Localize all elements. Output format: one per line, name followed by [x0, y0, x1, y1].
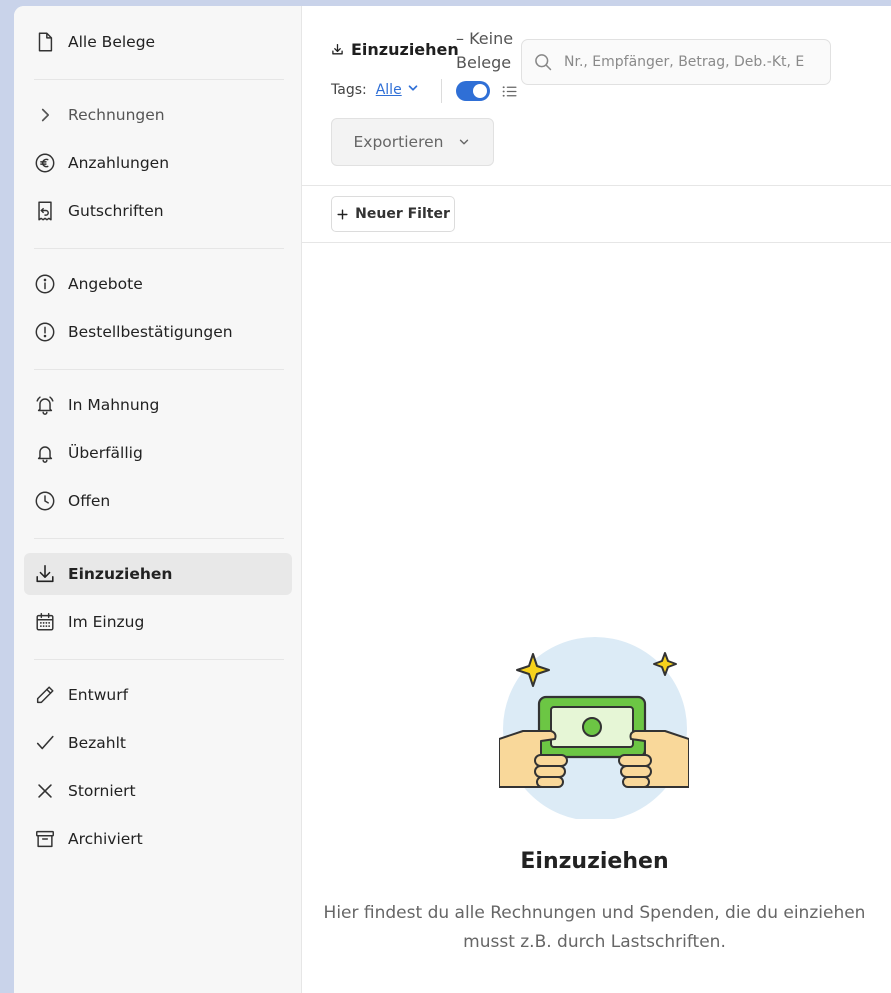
- calendar-icon: [34, 611, 56, 633]
- tags-label: Tags:: [331, 82, 367, 98]
- bell-icon: [34, 442, 56, 464]
- sidebar-item-in-mahnung[interactable]: In Mahnung: [24, 384, 292, 426]
- sidebar-item-label: Anzahlungen: [68, 154, 170, 172]
- sidebar-divider: [34, 538, 284, 539]
- money-hands-illustration: [499, 637, 689, 819]
- clock-icon: [34, 490, 56, 512]
- check-icon: [34, 732, 56, 754]
- search-input[interactable]: [562, 53, 830, 71]
- sidebar-item-label: Bestellbestätigungen: [68, 323, 233, 341]
- page-title-text: Einzuziehen: [351, 40, 459, 59]
- toolbar-divider: [302, 185, 891, 186]
- tags-select[interactable]: Alle: [376, 82, 402, 98]
- toggle-knob: [473, 84, 487, 98]
- sidebar-item-label: Alle Belege: [68, 33, 156, 51]
- export-button[interactable]: Exportieren: [331, 118, 494, 166]
- chevron-down-icon[interactable]: [406, 81, 420, 99]
- sidebar-item-label: Rechnungen: [68, 106, 165, 124]
- sidebar-item-ueberfaellig[interactable]: Überfällig: [24, 432, 292, 474]
- chevron-down-icon: [460, 139, 469, 145]
- sidebar-item-archiviert[interactable]: Archiviert: [24, 818, 292, 860]
- sidebar-divider: [34, 248, 284, 249]
- empty-state-description: Hier findest du alle Rechnungen und Spen…: [323, 903, 866, 952]
- sidebar-divider: [34, 369, 284, 370]
- list-view-icon[interactable]: [501, 83, 518, 100]
- sidebar-item-im-einzug[interactable]: Im Einzug: [24, 601, 292, 643]
- search-box[interactable]: [521, 39, 831, 85]
- tags-filter: Tags: Alle: [331, 81, 420, 99]
- sidebar-item-anzahlungen[interactable]: Anzahlungen: [24, 142, 292, 184]
- sidebar-item-label: Entwurf: [68, 686, 129, 704]
- new-filter-label: Neuer Filter: [355, 206, 450, 222]
- pencil-icon: [34, 684, 56, 706]
- sidebar-divider: [34, 659, 284, 660]
- sidebar-item-entwurf[interactable]: Entwurf: [24, 674, 292, 716]
- app-window: Alle Belege Rechnungen Anzahlungen Gutsc…: [14, 6, 891, 993]
- archive-icon: [34, 828, 56, 850]
- sidebar-item-bestellbestaetigungen[interactable]: Bestellbestätigungen: [24, 311, 292, 353]
- sidebar-item-label: Angebote: [68, 275, 143, 293]
- toolbar-separator: [441, 79, 442, 103]
- sidebar-item-label: Gutschriften: [68, 202, 164, 220]
- alarm-bell-icon: [34, 394, 56, 416]
- sidebar-item-label: In Mahnung: [68, 396, 160, 414]
- sidebar-item-rechnungen[interactable]: Rechnungen: [24, 94, 292, 136]
- sidebar-item-offen[interactable]: Offen: [24, 480, 292, 522]
- receipt-return-icon: [34, 200, 56, 222]
- sidebar-item-angebote[interactable]: Angebote: [24, 263, 292, 305]
- search-icon: [535, 54, 552, 71]
- page-title: Einzuziehen: [331, 40, 459, 59]
- sidebar-item-label: Archiviert: [68, 830, 143, 848]
- sidebar-item-gutschriften[interactable]: Gutschriften: [24, 190, 292, 232]
- sidebar-item-label: Bezahlt: [68, 734, 127, 752]
- sidebar: Alle Belege Rechnungen Anzahlungen Gutsc…: [14, 6, 302, 993]
- download-icon: [332, 43, 343, 55]
- export-label: Exportieren: [353, 133, 444, 151]
- view-toggle[interactable]: [456, 81, 490, 101]
- sidebar-item-einzuziehen[interactable]: Einzuziehen: [24, 553, 292, 595]
- sidebar-item-label: Offen: [68, 492, 111, 510]
- download-icon: [34, 563, 56, 585]
- info-icon: [34, 273, 56, 295]
- sidebar-item-label: Storniert: [68, 782, 136, 800]
- exclamation-icon: [34, 321, 56, 343]
- sidebar-item-bezahlt[interactable]: Bezahlt: [24, 722, 292, 764]
- filter-divider: [302, 242, 891, 243]
- sidebar-item-label: Überfällig: [68, 444, 143, 462]
- document-count: – Keine Belege: [456, 29, 514, 72]
- new-filter-button[interactable]: Neuer Filter: [331, 196, 455, 232]
- x-icon: [34, 780, 56, 802]
- sidebar-item-label: Einzuziehen: [68, 565, 173, 583]
- document-icon: [34, 31, 56, 53]
- euro-icon: [34, 152, 56, 174]
- sidebar-item-alle-belege[interactable]: Alle Belege: [24, 21, 292, 63]
- main-content: Einzuziehen – Keine Belege Tags: Alle Ex…: [302, 6, 891, 993]
- plus-icon: [337, 208, 348, 220]
- sidebar-item-storniert[interactable]: Storniert: [24, 770, 292, 812]
- sidebar-item-label: Im Einzug: [68, 613, 145, 631]
- sidebar-divider: [34, 79, 284, 80]
- empty-state-title: Einzuziehen: [520, 849, 669, 874]
- chevron-right-icon: [34, 104, 56, 126]
